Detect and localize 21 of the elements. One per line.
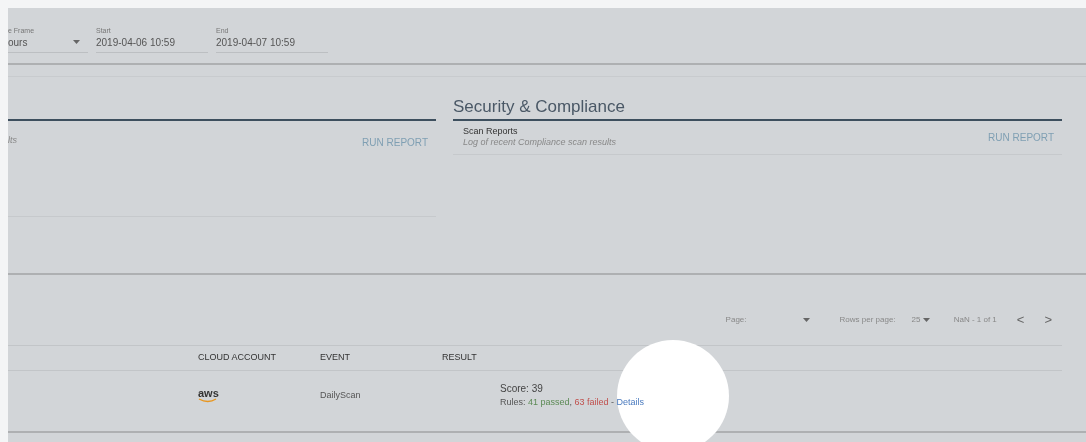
rows-per-page-label: Rows per page: [839,314,896,326]
report-description: Log of recent Compliance scan results [463,137,617,148]
report-description: lts [8,135,17,146]
details-link[interactable]: Details [616,397,645,408]
event-cell: DailyScan [320,389,361,400]
page-label: Page: [725,314,747,326]
dropdown-caret-icon[interactable] [802,318,810,322]
next-page-button[interactable]: > [1034,310,1062,330]
column-header: RESULT [442,352,477,363]
rules-summary: Rules: 41 passed, 63 failed - Details [500,396,645,410]
aws-logo: aws [198,389,219,403]
report-name: Scan Reports [463,126,519,137]
score-text: Score: 39 [500,382,544,397]
page-range: NaN - 1 of 1 [953,314,997,326]
section-title: Security & Compliance [453,97,626,118]
caret-icon [922,317,930,322]
caret-icon [73,40,80,44]
column-header: CLOUD ACCOUNT [198,352,276,363]
column-header: EVENT [320,352,350,363]
previous-page-button[interactable]: < [1006,310,1035,330]
rows-per-page-select[interactable]: 25 [911,314,930,326]
